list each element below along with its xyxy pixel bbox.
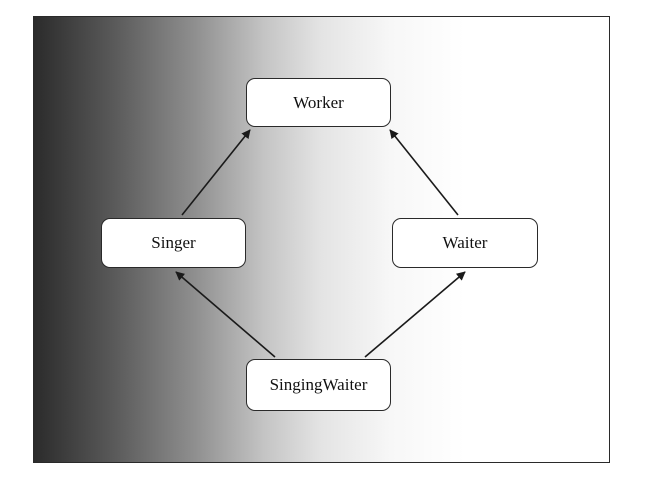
node-singer: Singer bbox=[101, 218, 246, 268]
node-singingwaiter: SingingWaiter bbox=[246, 359, 391, 411]
node-waiter: Waiter bbox=[392, 218, 538, 268]
node-waiter-label: Waiter bbox=[442, 233, 488, 252]
node-singer-label: Singer bbox=[151, 233, 196, 252]
node-worker-label: Worker bbox=[293, 92, 344, 112]
page: Worker Singer Waiter SingingWaiter bbox=[0, 0, 645, 483]
node-singingwaiter-label: SingingWaiter bbox=[269, 375, 368, 394]
node-worker: Worker bbox=[246, 78, 391, 127]
